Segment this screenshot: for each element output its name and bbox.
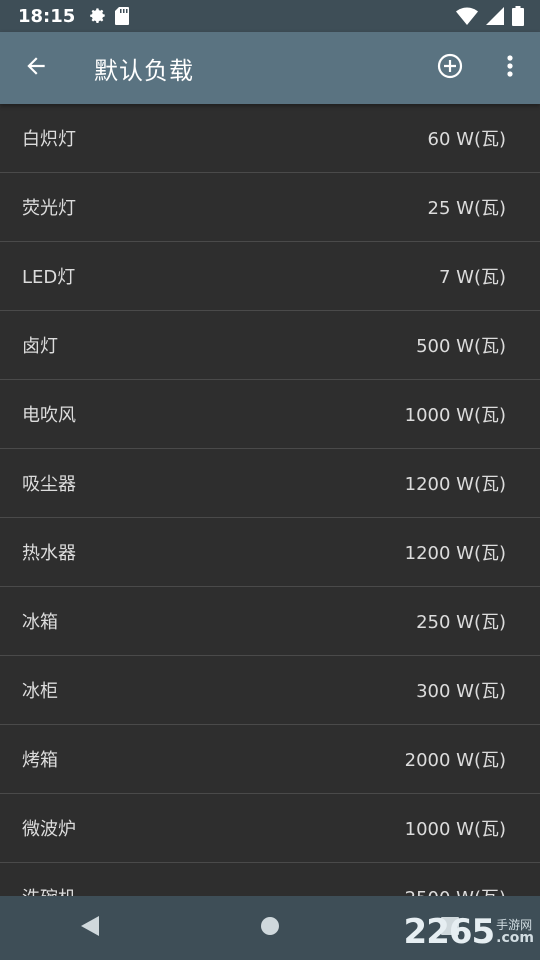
load-name: 电吹风	[22, 405, 76, 426]
system-nav-bar	[0, 896, 540, 960]
list-item[interactable]: 吸尘器 1200 W(瓦)	[0, 449, 540, 518]
add-circle-icon	[436, 52, 464, 84]
load-power: 2000 W(瓦)	[404, 750, 506, 771]
list-item[interactable]: 热水器 1200 W(瓦)	[0, 518, 540, 587]
list-item[interactable]: 洗碗机2500 W(瓦)	[0, 863, 540, 896]
list-item[interactable]: 微波炉 1000 W(瓦)	[0, 794, 540, 863]
load-power: 1000 W(瓦)	[404, 405, 506, 426]
load-power: 250 W(瓦)	[416, 612, 506, 633]
gear-icon	[89, 7, 107, 25]
load-power: 2500 W(瓦)	[405, 884, 506, 896]
list-item[interactable]: LED灯 7 W(瓦)	[0, 242, 540, 311]
load-name: 烤箱	[22, 750, 58, 771]
nav-recent-button[interactable]	[410, 896, 490, 960]
load-name: 卤灯	[22, 336, 58, 357]
square-recent-icon	[440, 916, 460, 940]
more-options-button[interactable]	[480, 32, 540, 104]
sd-card-icon	[115, 7, 130, 25]
load-power: 300 W(瓦)	[416, 681, 506, 702]
arrow-left-icon	[23, 53, 49, 83]
circle-home-icon	[260, 916, 280, 940]
list-item[interactable]: 卤灯 500 W(瓦)	[0, 311, 540, 380]
add-button[interactable]	[420, 32, 480, 104]
list-item[interactable]: 白炽灯 60 W(瓦)	[0, 104, 540, 173]
more-vert-icon	[506, 54, 514, 82]
back-button[interactable]	[0, 32, 72, 104]
load-name: 微波炉	[22, 819, 76, 840]
load-power: 1000 W(瓦)	[404, 819, 506, 840]
load-name: 洗碗机	[22, 884, 405, 896]
battery-icon	[512, 6, 524, 26]
load-name: 白炽灯	[22, 129, 76, 150]
load-name: 冰箱	[22, 612, 58, 633]
load-power: 1200 W(瓦)	[404, 543, 506, 564]
load-name: LED灯	[22, 267, 76, 288]
load-power: 25 W(瓦)	[427, 198, 506, 219]
wifi-icon	[456, 7, 478, 25]
nav-home-button[interactable]	[230, 896, 310, 960]
load-name: 冰柜	[22, 681, 58, 702]
list-item[interactable]: 冰柜 300 W(瓦)	[0, 656, 540, 725]
nav-back-button[interactable]	[50, 896, 130, 960]
list-item[interactable]: 冰箱 250 W(瓦)	[0, 587, 540, 656]
list-item[interactable]: 荧光灯 25 W(瓦)	[0, 173, 540, 242]
load-list[interactable]: 白炽灯 60 W(瓦) 荧光灯 25 W(瓦) LED灯 7 W(瓦) 卤灯 500 W…	[0, 104, 540, 896]
load-power: 7 W(瓦)	[438, 267, 506, 288]
load-power: 60 W(瓦)	[427, 129, 506, 150]
app-toolbar: 默认负载	[0, 32, 540, 104]
load-name: 吸尘器	[22, 474, 76, 495]
triangle-back-icon	[80, 915, 100, 941]
load-power: 1200 W(瓦)	[404, 474, 506, 495]
status-bar: 18:15	[0, 0, 540, 32]
signal-icon	[486, 7, 504, 25]
load-name: 荧光灯	[22, 198, 76, 219]
list-item[interactable]: 电吹风 1000 W(瓦)	[0, 380, 540, 449]
list-item[interactable]: 烤箱 2000 W(瓦)	[0, 725, 540, 794]
status-time: 18:15	[18, 5, 76, 27]
page-title: 默认负载	[94, 56, 194, 85]
load-power: 500 W(瓦)	[416, 336, 506, 357]
load-name: 热水器	[22, 543, 76, 564]
